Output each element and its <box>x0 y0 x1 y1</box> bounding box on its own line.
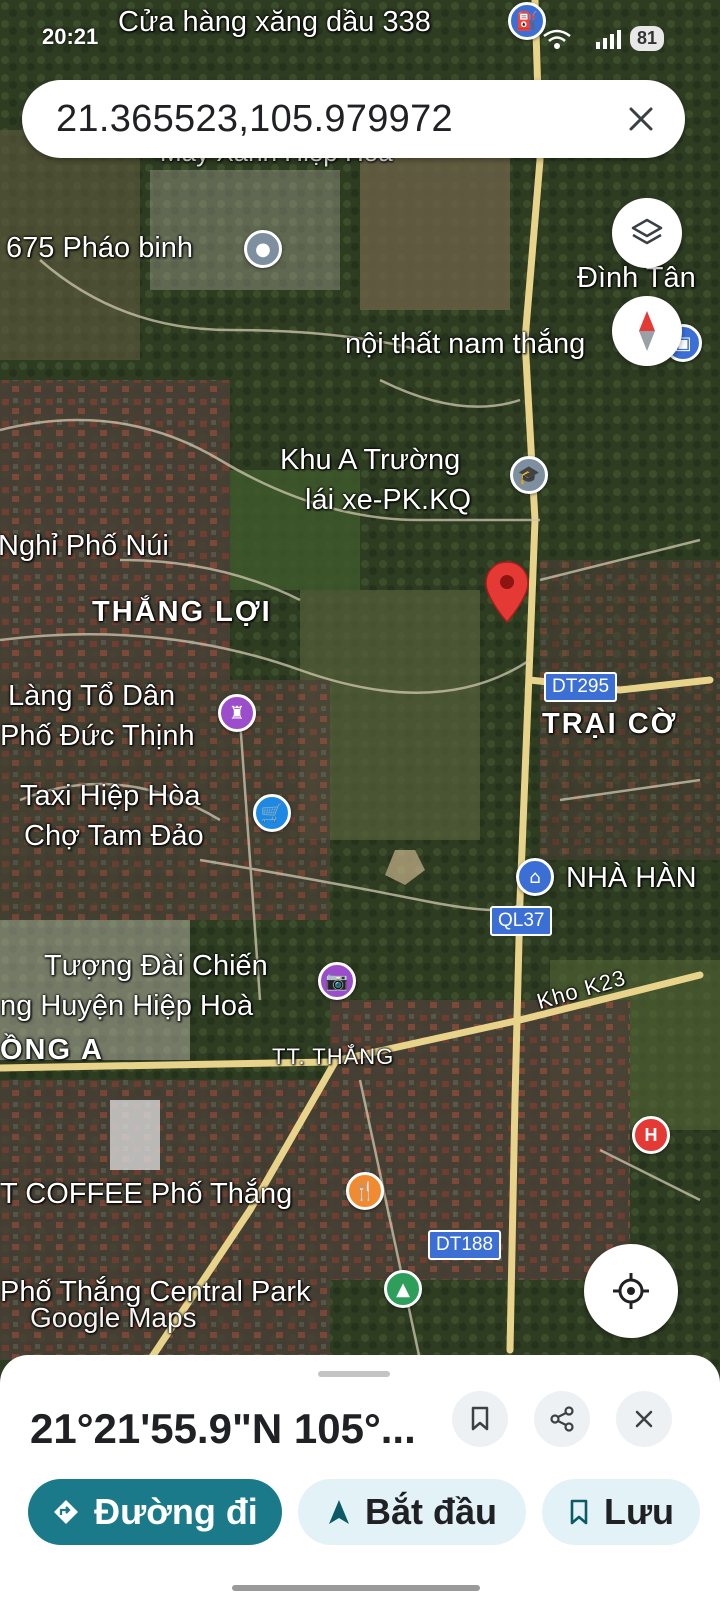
map-label-nha-hang[interactable]: NHÀ HÀN <box>566 862 697 895</box>
start-label: Bắt đầu <box>364 1491 497 1532</box>
map-label-cho-tam-dao[interactable]: Chợ Tam Đảo <box>24 820 204 853</box>
share-icon <box>550 1406 574 1432</box>
place-bottom-sheet[interactable]: 21°21'55.9"N 105°... Đường đi Bắt đầu Lư… <box>0 1355 720 1600</box>
google-maps-watermark: Google Maps <box>30 1302 197 1333</box>
close-icon <box>629 107 653 131</box>
park-icon[interactable]: ▲ <box>384 1270 422 1308</box>
hospital-icon[interactable]: H <box>632 1116 670 1154</box>
map-label-noi-that[interactable]: nội thất nam thắng <box>345 328 585 361</box>
landmark-icon[interactable]: ♜ <box>218 694 256 732</box>
home-icon[interactable]: ⌂ <box>516 858 554 896</box>
share-button[interactable] <box>534 1391 590 1447</box>
map-label-phao-binh[interactable]: 675 Pháo binh <box>6 232 193 265</box>
road-shield-dt188: DT188 <box>428 1230 502 1260</box>
place-icon[interactable]: ● <box>244 230 282 268</box>
search-bar[interactable]: 21.365523,105.979972 <box>22 80 685 158</box>
restaurant-icon[interactable]: 🍴 <box>346 1172 384 1210</box>
search-query[interactable]: 21.365523,105.979972 <box>56 98 611 141</box>
map-label-ong-a: ỒNG A <box>0 1034 104 1066</box>
place-coordinates: 21°21'55.9"N 105°... <box>30 1405 416 1452</box>
map-label-dinh-tan[interactable]: Đình Tân <box>577 262 696 295</box>
wifi-icon <box>543 29 571 49</box>
map-label-khu-a-2[interactable]: lái xe-PK.KQ <box>305 484 471 517</box>
dropped-pin-icon[interactable] <box>484 560 530 624</box>
clear-search-button[interactable] <box>611 89 671 149</box>
status-time: 20:21 <box>42 24 99 49</box>
road-shield-dt295: DT295 <box>544 672 618 702</box>
school-icon[interactable]: 🎓 <box>510 456 548 494</box>
status-bar: 20:21 81 <box>0 0 720 70</box>
map-label-taxi[interactable]: Taxi Hiệp Hòa <box>20 780 201 813</box>
map-label-lang-to-dan-2[interactable]: Phố Đức Thịnh <box>0 720 195 753</box>
map-label-lang-to-dan-1[interactable]: Làng Tổ Dân <box>8 680 175 713</box>
start-button[interactable]: Bắt đầu <box>298 1479 526 1545</box>
road-shield-ql37: QL37 <box>490 906 553 936</box>
layers-button[interactable] <box>612 198 682 268</box>
sheet-drag-handle[interactable] <box>318 1371 390 1377</box>
compass-icon <box>639 311 655 351</box>
save-button[interactable]: Lưu <box>542 1479 700 1545</box>
directions-button[interactable]: Đường đi <box>28 1479 282 1545</box>
map-label-tuong-dai-2[interactable]: ng Huyện Hiệp Hoà <box>0 990 253 1023</box>
bookmark-button[interactable] <box>452 1391 508 1447</box>
bookmark-icon <box>471 1406 489 1431</box>
battery-level: 81 <box>630 26 665 51</box>
crosshair-icon <box>613 1273 649 1309</box>
signal-icon <box>596 30 621 49</box>
gesture-nav-bar[interactable] <box>232 1585 480 1591</box>
my-location-button[interactable] <box>584 1244 678 1338</box>
compass-button[interactable] <box>612 296 682 366</box>
map-label-nghi-pho-nui[interactable]: Nghỉ Phố Núi <box>0 530 169 563</box>
map-label-trai-co: TRẠI CỜ <box>542 708 678 740</box>
map-label-tuong-dai-1[interactable]: Tượng Đài Chiến <box>44 950 268 983</box>
navigation-arrow-icon <box>327 1498 351 1526</box>
close-icon <box>635 1410 653 1428</box>
close-sheet-button[interactable] <box>616 1391 672 1447</box>
layers-icon <box>631 218 663 245</box>
save-label: Lưu <box>603 1491 675 1532</box>
map-label-khu-a-1[interactable]: Khu A Trường <box>280 444 460 477</box>
map-label-tt-thang: TT. THẮNG <box>272 1044 395 1069</box>
camera-icon[interactable]: 📷 <box>318 962 356 1000</box>
directions-label: Đường đi <box>94 1491 258 1532</box>
shopping-cart-icon[interactable]: 🛒 <box>253 794 291 832</box>
save-bookmark-icon <box>568 1498 590 1526</box>
map-label-thang-loi: THẮNG LỢI <box>92 596 272 628</box>
directions-icon <box>52 1498 80 1526</box>
map-label-coffee[interactable]: T COFFEE Phố Thắng <box>0 1178 292 1211</box>
